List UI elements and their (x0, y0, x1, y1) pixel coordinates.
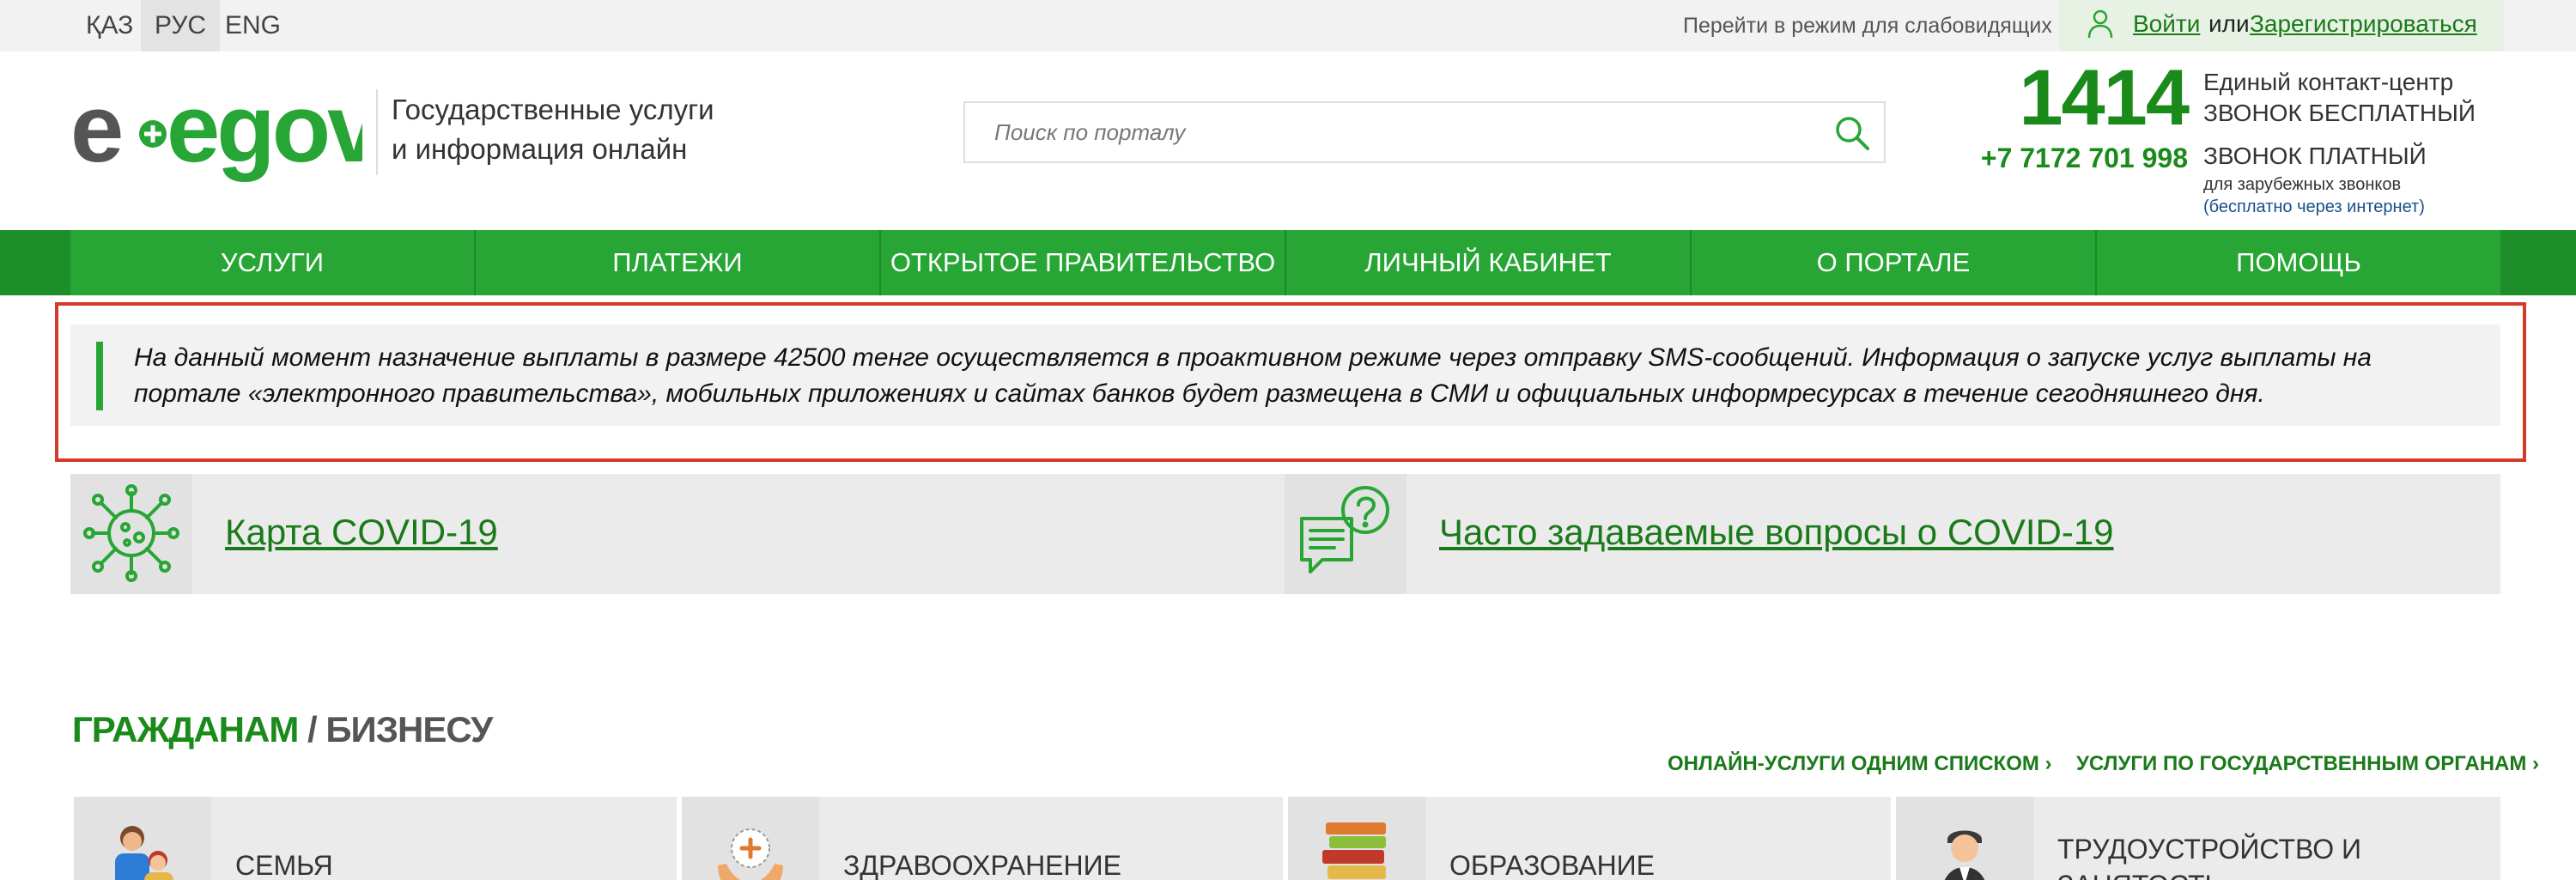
covid-faq-link[interactable]: Часто задаваемые вопросы о COVID-19 (1439, 512, 2114, 553)
category-employment-icon-box (1896, 797, 2033, 880)
covid-faq-icon-box (1285, 474, 1406, 594)
medical-hands-icon (718, 828, 783, 880)
site-tagline: Государственные услуги и информация онла… (392, 90, 714, 169)
nav-personal-account[interactable]: ЛИЧНЫЙ КАБИНЕТ (1286, 230, 1692, 295)
notice-accent-bar (96, 342, 103, 410)
contact-center-title: Единый контакт-центр (2203, 69, 2454, 95)
tab-citizens[interactable]: ГРАЖДАНАМ (72, 709, 299, 750)
tab-business[interactable]: БИЗНЕСУ (325, 709, 493, 750)
covid-map-icon-box (70, 474, 192, 594)
family-icon (115, 826, 173, 880)
chat-question-icon (1300, 486, 1389, 574)
login-link[interactable]: Войти (2133, 10, 2200, 38)
category-health[interactable]: ЗДРАВООХРАНЕНИЕ (682, 797, 1283, 880)
notice-text: На данный момент назначение выплаты в ра… (134, 343, 2372, 408)
contact-center-label: Единый контакт-центр ЗВОНОК БЕСПЛАТНЫЙ (2203, 67, 2476, 129)
category-health-icon-box (682, 797, 819, 880)
search-input[interactable] (994, 112, 1819, 153)
tab-separator: / (298, 709, 326, 750)
tagline-line-1: Государственные услуги (392, 94, 714, 125)
nav-help[interactable]: ПОМОЩЬ (2097, 230, 2500, 295)
nav-payments[interactable]: ПЛАТЕЖИ (476, 230, 881, 295)
logo-text: egov (167, 77, 362, 182)
svg-text:e: e (70, 77, 121, 182)
paid-call-label: ЗВОНОК ПЛАТНЫЙ (2203, 143, 2427, 169)
category-health-label: ЗДРАВООХРАНЕНИЕ (843, 850, 1121, 880)
lang-kaz[interactable]: ҚАЗ (72, 0, 147, 52)
category-education-label: ОБРАЗОВАНИЕ (1449, 850, 1656, 880)
egov-logo[interactable]: e egov (70, 77, 362, 189)
main-nav: УСЛУГИ ПЛАТЕЖИ ОТКРЫТОЕ ПРАВИТЕЛЬСТВО ЛИ… (70, 230, 2500, 295)
books-icon (1322, 822, 1386, 879)
category-employment-label: ТРУДОУСТРОЙСТВО И ЗАНЯТОСТЬ (2057, 834, 2362, 880)
nav-open-government[interactable]: ОТКРЫТОЕ ПРАВИТЕЛЬСТВО (881, 230, 1286, 295)
logo-divider (376, 89, 378, 175)
auth-panel: Войти или Зарегистрироваться (2059, 0, 2504, 52)
lang-eng[interactable]: ENG (211, 0, 295, 52)
lang-rus[interactable]: РУС (141, 0, 221, 52)
virus-icon (83, 484, 179, 582)
notice-banner: На данный момент назначение выплаты в ра… (70, 325, 2500, 426)
contact-short-number[interactable]: 1414 (2013, 53, 2190, 143)
internet-call-link[interactable]: (бесплатно через интернет) (2203, 197, 2425, 217)
search-icon[interactable] (1831, 112, 1874, 155)
audience-switcher: ГРАЖДАНАМ / БИЗНЕСУ (72, 709, 493, 750)
covid-map-link[interactable]: Карта COVID-19 (225, 512, 498, 553)
covid-faq-card[interactable]: Часто задаваемые вопросы о COVID-19 (1285, 474, 2500, 594)
search-box (963, 101, 1886, 163)
category-family-icon-box (74, 797, 211, 880)
tagline-line-2: и информация онлайн (392, 133, 688, 165)
auth-or-text: или (2208, 10, 2250, 37)
free-call-label: ЗВОНОК БЕСПЛАТНЫЙ (2203, 100, 2476, 126)
online-services-list-link[interactable]: ОНЛАЙН-УСЛУГИ ОДНИМ СПИСКОМ › (1668, 752, 2052, 776)
nav-about[interactable]: О ПОРТАЛЕ (1692, 230, 2097, 295)
category-education[interactable]: ОБРАЗОВАНИЕ (1288, 797, 1891, 880)
register-link[interactable]: Зарегистрироваться (2250, 10, 2477, 38)
worker-icon (1944, 830, 1985, 880)
foreign-calls-note: для зарубежных звонков (2203, 175, 2402, 194)
category-employment[interactable]: ТРУДОУСТРОЙСТВО И ЗАНЯТОСТЬ (1896, 797, 2500, 880)
top-bar: ҚАЗ РУС ENG Перейти в режим для слабовид… (0, 0, 2576, 52)
covid-map-card[interactable]: Карта COVID-19 (70, 474, 1285, 594)
category-education-icon-box (1288, 797, 1425, 880)
user-icon (2087, 9, 2113, 39)
category-family[interactable]: СЕМЬЯ (74, 797, 677, 880)
services-by-agency-link[interactable]: УСЛУГИ ПО ГОСУДАРСТВЕННЫМ ОРГАНАМ › (2076, 752, 2539, 776)
contact-paid-number[interactable]: +7 7172 701 998 (1949, 143, 2188, 174)
category-family-label: СЕМЬЯ (235, 850, 333, 880)
accessibility-mode-link[interactable]: Перейти в режим для слабовидящих (1683, 0, 2052, 52)
nav-services[interactable]: УСЛУГИ (70, 230, 476, 295)
